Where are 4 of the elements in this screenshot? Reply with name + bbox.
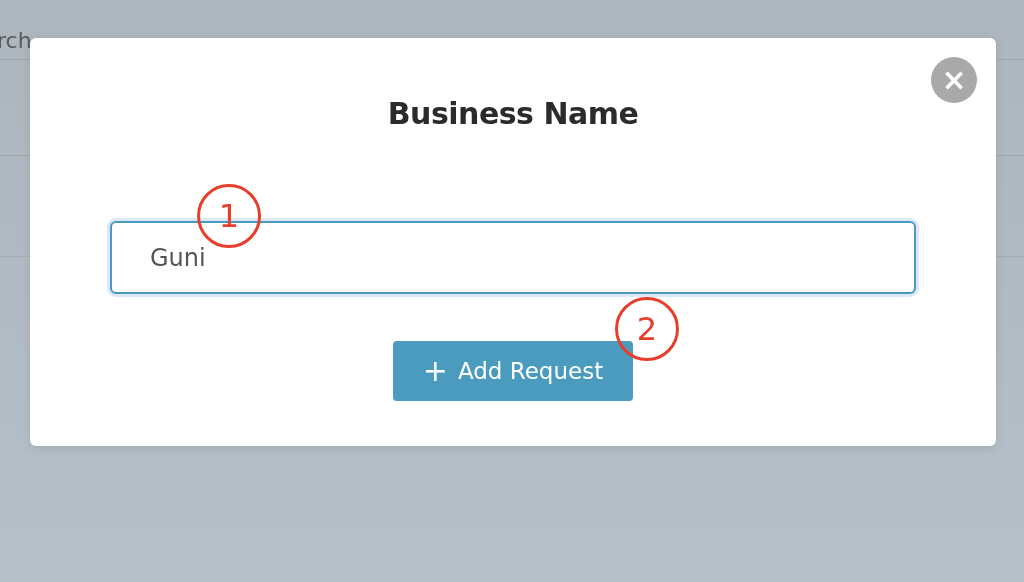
annotation-marker: 2 <box>615 297 679 361</box>
modal-title: Business Name <box>387 95 639 133</box>
close-button[interactable]: × <box>931 57 977 103</box>
add-request-button[interactable]: + Add Request <box>393 341 633 401</box>
